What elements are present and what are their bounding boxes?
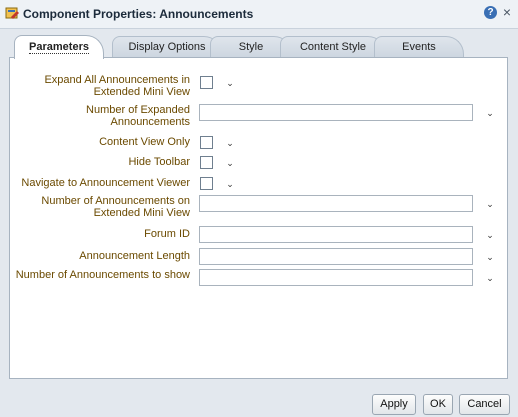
announcement-length-input[interactable] [199,248,473,265]
field-label: Content View Only [99,136,190,148]
chevron-down-icon[interactable]: ⌄ [485,273,495,283]
chevron-down-icon[interactable]: ⌄ [485,108,495,118]
tab-label: Parameters [29,41,89,54]
navigate-viewer-checkbox[interactable] [200,177,213,190]
expand-all-checkbox[interactable] [200,76,213,89]
number-to-show-input[interactable] [199,269,473,286]
help-icon[interactable]: ? [484,6,497,19]
field-label: Number of Announcements on Extended Mini… [41,195,190,219]
field-label: Hide Toolbar [128,156,190,168]
chevron-down-icon[interactable]: ⌄ [485,230,495,240]
tab-label: Style [238,41,264,53]
tab-label: Content Style [299,41,367,53]
field-label: Number of Expanded Announcements [86,104,190,128]
dialog-title: Component Properties: Announcements [23,7,254,21]
chevron-down-icon[interactable]: ⌄ [485,199,495,209]
apply-button[interactable]: Apply [372,394,416,415]
parameters-panel: Expand All Announcements in Extended Min… [9,57,508,379]
number-extended-input[interactable] [199,195,473,212]
component-icon [5,7,19,19]
tab-events[interactable]: Events [374,36,464,57]
chevron-down-icon[interactable]: ⌄ [485,252,495,262]
forum-id-input[interactable] [199,226,473,243]
chevron-down-icon[interactable]: ⌄ [225,138,235,148]
dialog-titlebar: Component Properties: Announcements ? × [0,0,518,29]
tab-label: Events [402,41,436,53]
ok-button[interactable]: OK [423,394,453,415]
number-expanded-input[interactable] [199,104,473,121]
dialog-footer: Apply OK Cancel [0,390,518,417]
field-label: Number of Announcements to show [15,269,190,281]
chevron-down-icon[interactable]: ⌄ [225,179,235,189]
cancel-button[interactable]: Cancel [459,394,510,415]
tab-display-options[interactable]: Display Options [112,36,222,57]
field-label: Navigate to Announcement Viewer [21,177,190,189]
field-label: Forum ID [144,228,190,240]
chevron-down-icon[interactable]: ⌄ [225,78,235,88]
tab-strip: Parameters Display Options Style Content… [14,35,504,59]
tab-parameters[interactable]: Parameters [14,35,104,59]
tab-content-style[interactable]: Content Style [280,36,386,57]
close-icon[interactable]: × [500,5,514,19]
hide-toolbar-checkbox[interactable] [200,156,213,169]
field-label: Announcement Length [79,250,190,262]
field-label: Expand All Announcements in Extended Min… [44,74,190,98]
content-view-only-checkbox[interactable] [200,136,213,149]
chevron-down-icon[interactable]: ⌄ [225,158,235,168]
tab-label: Display Options [128,41,206,53]
